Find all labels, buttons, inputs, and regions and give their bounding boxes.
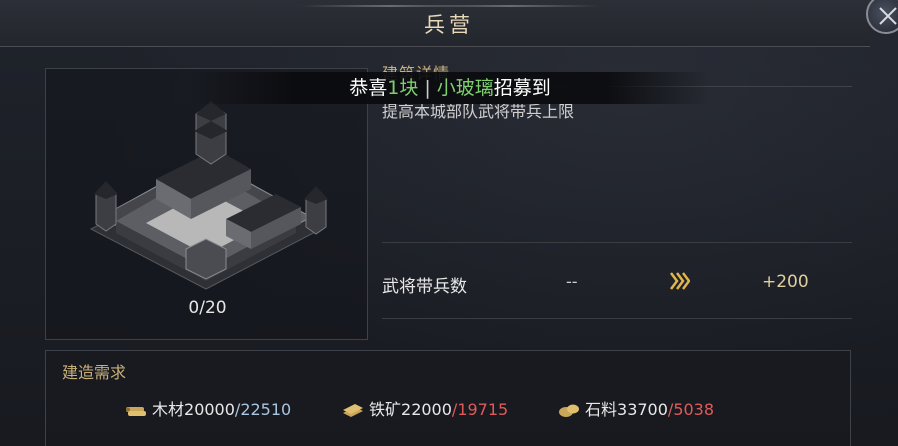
requirements-title: 建造需求 <box>62 363 127 382</box>
chevron-right-icon <box>670 272 690 290</box>
requirement-wood-have: /22510 <box>234 400 292 419</box>
building-progress: 0/20 <box>188 298 227 318</box>
stat-divider-bottom <box>382 318 852 319</box>
stat-divider-top <box>382 242 852 243</box>
requirement-stone: 石料33700/5038 <box>557 396 714 420</box>
wood-icon <box>126 407 146 416</box>
requirement-iron: 铁矿22000/19715 <box>341 396 508 420</box>
requirement-stone-need: 33700 <box>617 400 668 419</box>
toast-separator: | <box>424 77 431 99</box>
requirement-wood-name: 木材 <box>152 400 185 419</box>
page-title: 兵营 <box>424 13 474 37</box>
requirement-stone-name: 石料 <box>585 400 618 419</box>
requirement-iron-name: 铁矿 <box>369 400 402 419</box>
stat-next-value: +200 <box>762 272 809 292</box>
stat-current-value: -- <box>566 272 578 291</box>
recruit-toast: 恭喜1块 | 小玻璃招募到 <box>190 72 710 104</box>
iron-ore-icon <box>343 404 363 417</box>
toast-item: 1块 <box>387 77 419 99</box>
toast-player-name: 小玻璃 <box>436 77 494 99</box>
close-icon <box>879 7 897 25</box>
building-panel: 0/20 <box>45 68 368 340</box>
requirement-iron-need: 22000 <box>401 400 452 419</box>
requirement-wood: 木材20000/22510 <box>124 396 291 420</box>
stone-icon <box>559 404 579 417</box>
requirement-wood-need: 20000 <box>184 400 235 419</box>
toast-prefix: 恭喜 <box>349 77 388 99</box>
toast-suffix: 招募到 <box>493 77 551 99</box>
requirement-stone-have: /5038 <box>667 400 715 419</box>
stat-label: 武将带兵数 <box>382 277 467 297</box>
requirement-iron-have: /19715 <box>451 400 509 419</box>
barracks-building-image <box>89 101 328 290</box>
title-ornament-right <box>420 5 600 7</box>
